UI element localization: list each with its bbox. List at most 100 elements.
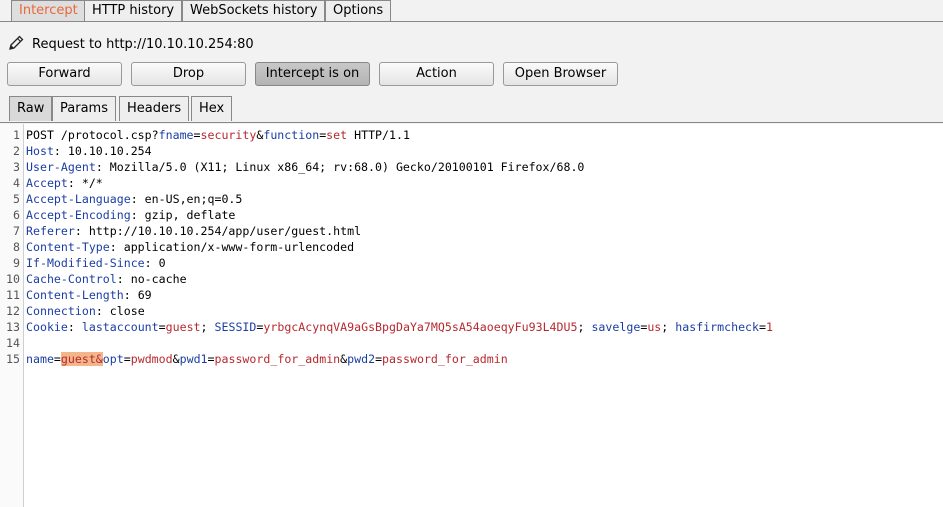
- line-content[interactable]: Host: 10.10.10.254: [26, 143, 152, 159]
- line-number: 14: [6, 336, 20, 350]
- token-key: Content-Length: [26, 288, 124, 302]
- editor-line[interactable]: 4 Accept: */*: [0, 175, 943, 191]
- line-number: 5: [13, 192, 20, 206]
- line-content[interactable]: User-Agent: Mozilla/5.0 (X11; Linux x86_…: [26, 159, 584, 175]
- editor-line[interactable]: 12 Connection: close: [0, 303, 943, 319]
- open-browser-button[interactable]: Open Browser: [503, 62, 618, 86]
- editor-line[interactable]: 2 Host: 10.10.10.254: [0, 143, 943, 159]
- token-text: =: [158, 320, 166, 334]
- token-key: opt: [102, 352, 124, 366]
- editor-line[interactable]: 7 Referer: http://10.10.10.254/app/user/g…: [0, 223, 943, 239]
- line-content[interactable]: Accept-Language: en-US,en;q=0.5: [26, 191, 242, 207]
- token-text: &: [172, 352, 180, 366]
- token-value: pwdmod: [130, 352, 173, 366]
- tab-http-history[interactable]: HTTP history: [84, 0, 183, 21]
- tab-params[interactable]: Params: [52, 96, 116, 121]
- token-text: ;: [661, 320, 676, 334]
- token-text: : no-cache: [116, 272, 187, 286]
- line-number: 11: [6, 288, 20, 302]
- token-key: hasfirmcheck: [675, 320, 760, 334]
- tab-intercept[interactable]: Intercept: [11, 0, 86, 21]
- editor-line[interactable]: 6 Accept-Encoding: gzip, deflate: [0, 207, 943, 223]
- line-content[interactable]: Content-Type: application/x-www-form-url…: [26, 239, 354, 255]
- line-number: 1: [13, 128, 20, 142]
- forward-button[interactable]: Forward: [7, 62, 122, 86]
- editor-line[interactable]: 15 name=guest&opt=pwdmod&pwd1=password_fo…: [0, 351, 943, 367]
- token-text: : Mozilla/5.0 (X11; Linux x86_64; rv:68.…: [95, 160, 585, 174]
- line-content[interactable]: Connection: close: [26, 303, 145, 319]
- token-value: guest&: [60, 352, 103, 366]
- tab-raw[interactable]: Raw: [9, 96, 53, 121]
- editor-line[interactable]: 10 Cache-Control: no-cache: [0, 271, 943, 287]
- editor-line[interactable]: 14: [0, 335, 943, 351]
- pencil-icon: [9, 35, 24, 50]
- line-content[interactable]: If-Modified-Since: 0: [26, 255, 166, 271]
- token-value: us: [647, 320, 662, 334]
- token-text: ;: [577, 320, 592, 334]
- token-key: SESSID: [214, 320, 257, 334]
- token-key: Accept: [26, 176, 68, 190]
- line-number: 4: [13, 176, 20, 190]
- token-key: pwd2: [347, 352, 376, 366]
- drop-button[interactable]: Drop: [131, 62, 246, 86]
- editor-line[interactable]: 11 Content-Length: 69: [0, 287, 943, 303]
- token-text: : 69: [123, 288, 152, 302]
- request-title: Request to http://10.10.10.254:80: [32, 37, 254, 52]
- token-key: Accept-Encoding: [26, 208, 131, 222]
- line-number: 7: [13, 224, 20, 238]
- line-content[interactable]: Referer: http://10.10.10.254/app/user/gu…: [26, 223, 361, 239]
- line-number: 9: [13, 256, 20, 270]
- editor-line[interactable]: 8 Content-Type: application/x-www-form-ur…: [0, 239, 943, 255]
- token-key: Connection: [26, 304, 96, 318]
- line-content[interactable]: Cache-Control: no-cache: [26, 271, 187, 287]
- token-key: function: [263, 128, 320, 142]
- editor-line[interactable]: 13 Cookie: lastaccount=guest; SESSID=yrbg…: [0, 319, 943, 335]
- token-value: set: [326, 128, 348, 142]
- tab-options[interactable]: Options: [325, 0, 392, 21]
- line-number: 10: [6, 272, 20, 286]
- token-text: ;: [200, 320, 215, 334]
- token-key: lastaccount: [81, 320, 159, 334]
- raw-request-editor[interactable]: 1 POST /protocol.csp?fname=security&funct…: [0, 124, 943, 507]
- token-text: : 0: [144, 256, 166, 270]
- token-text: HTTP/1.1: [347, 128, 410, 142]
- token-text: : application/x-www-form-urlencoded: [109, 240, 355, 254]
- tab-websockets-history[interactable]: WebSockets history: [182, 0, 326, 21]
- line-number: 8: [13, 240, 20, 254]
- editor-line[interactable]: 9 If-Modified-Since: 0: [0, 255, 943, 271]
- token-text: : gzip, deflate: [130, 208, 236, 222]
- token-value: password_for_admin: [382, 352, 508, 366]
- editor-line[interactable]: 3 User-Agent: Mozilla/5.0 (X11; Linux x86…: [0, 159, 943, 175]
- editor-line[interactable]: 1 POST /protocol.csp?fname=security&funct…: [0, 127, 943, 143]
- action-button[interactable]: Action: [379, 62, 494, 86]
- line-number: 13: [6, 320, 20, 334]
- token-text: =: [123, 352, 131, 366]
- token-key: Cache-Control: [26, 272, 117, 286]
- editor-line[interactable]: 5 Accept-Language: en-US,en;q=0.5: [0, 191, 943, 207]
- token-key: Referer: [26, 224, 75, 238]
- token-value: yrbgcAcynqVA9aGsBpgDaYa7MQ5sA54aoeqyFu93…: [263, 320, 578, 334]
- token-text: =: [193, 128, 201, 142]
- token-key: Accept-Language: [26, 192, 131, 206]
- intercept-toggle-button[interactable]: Intercept is on: [255, 62, 370, 86]
- token-key: pwd1: [179, 352, 208, 366]
- line-number: 3: [13, 160, 20, 174]
- tab-headers[interactable]: Headers: [119, 96, 190, 121]
- token-text: =: [375, 352, 383, 366]
- line-content[interactable]: name=guest&opt=pwdmod&pwd1=password_for_…: [26, 351, 508, 367]
- line-content[interactable]: POST /protocol.csp?fname=security&functi…: [26, 127, 410, 143]
- tab-hex[interactable]: Hex: [191, 96, 233, 121]
- token-key: Cookie: [26, 320, 68, 334]
- token-text: POST /protocol.csp?: [26, 128, 159, 142]
- line-number: 15: [6, 352, 20, 366]
- token-key: Host: [26, 144, 54, 158]
- line-content[interactable]: Content-Length: 69: [26, 287, 152, 303]
- line-content[interactable]: Cookie: lastaccount=guest; SESSID=yrbgcA…: [26, 319, 773, 335]
- token-value: security: [200, 128, 257, 142]
- line-content[interactable]: Accept-Encoding: gzip, deflate: [26, 207, 235, 223]
- line-number: 12: [6, 304, 20, 318]
- token-key: name: [26, 352, 54, 366]
- line-number: 2: [13, 144, 20, 158]
- line-content[interactable]: Accept: */*: [26, 175, 103, 191]
- token-key: User-Agent: [26, 160, 96, 174]
